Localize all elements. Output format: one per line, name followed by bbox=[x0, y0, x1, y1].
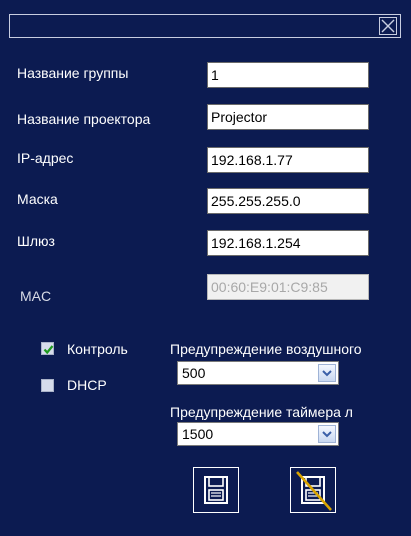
group-name-input[interactable]: 1 bbox=[207, 62, 369, 88]
save-icon bbox=[204, 476, 228, 504]
title-bar bbox=[9, 14, 401, 38]
ip-address-label: IP-адрес bbox=[17, 150, 74, 166]
close-button[interactable] bbox=[379, 17, 397, 35]
timer-warning-select[interactable]: 1500 bbox=[177, 422, 339, 446]
timer-warning-label: Предупреждение таймера л bbox=[170, 404, 353, 420]
mask-input[interactable]: 255.255.255.0 bbox=[207, 188, 369, 214]
air-warning-value: 500 bbox=[182, 365, 206, 381]
cancel-save-button[interactable] bbox=[290, 467, 336, 513]
settings-panel: Название группы 1 Название проектора Pro… bbox=[0, 0, 411, 536]
timer-warning-value: 1500 bbox=[182, 426, 214, 442]
chevron-down-icon bbox=[322, 431, 332, 438]
projector-name-label: Название проектора bbox=[17, 111, 151, 127]
dhcp-label: DHCP bbox=[67, 377, 107, 393]
cancel-save-icon bbox=[296, 471, 332, 511]
projector-name-input[interactable]: Projector bbox=[207, 104, 369, 130]
mac-input: 00:60:E9:01:C9:85 bbox=[207, 274, 369, 300]
air-warning-select[interactable]: 500 bbox=[177, 361, 339, 385]
dropdown-arrow[interactable] bbox=[318, 364, 336, 382]
dropdown-arrow[interactable] bbox=[318, 425, 336, 443]
group-name-label: Название группы bbox=[17, 65, 129, 81]
checkmark-icon bbox=[43, 345, 54, 355]
gateway-input[interactable]: 192.168.1.254 bbox=[207, 230, 369, 256]
control-label: Контроль bbox=[67, 341, 128, 357]
air-warning-label: Предупреждение воздушного bbox=[170, 341, 362, 357]
control-checkbox[interactable] bbox=[41, 342, 54, 355]
mask-label: Маска bbox=[17, 191, 58, 207]
chevron-down-icon bbox=[322, 370, 332, 377]
ip-address-input[interactable]: 192.168.1.77 bbox=[207, 147, 369, 173]
dhcp-checkbox[interactable] bbox=[41, 379, 54, 392]
save-button[interactable] bbox=[193, 467, 239, 513]
gateway-label: Шлюз bbox=[17, 233, 55, 249]
mac-label: MAC bbox=[20, 288, 52, 304]
close-icon bbox=[381, 19, 395, 33]
